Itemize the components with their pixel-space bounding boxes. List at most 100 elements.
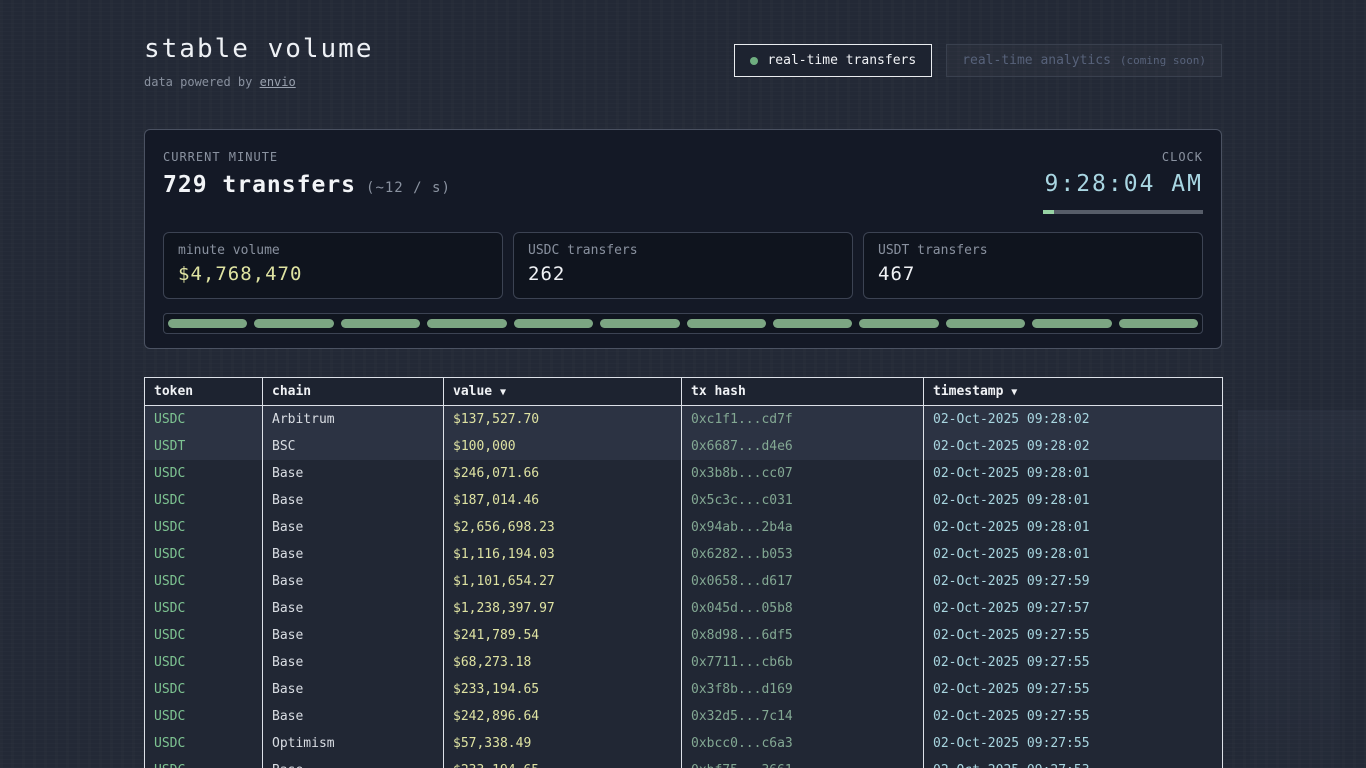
tx-hash-link[interactable]: 0xc1f1...cd7f [682,406,924,434]
stat-boxes: minute volume $4,768,470 USDC transfers … [163,232,1203,299]
tx-hash-link[interactable]: 0xbf75...3661 [682,757,924,768]
tx-hash-link[interactable]: 0x3b8b...cc07 [682,460,924,487]
chain-cell: Base [263,649,444,676]
table-row: USDTBSC$100,0000x6687...d4e602-Oct-2025 … [145,433,1223,460]
chain-cell: Base [263,460,444,487]
page-title: stable volume [144,34,374,64]
chain-cell: Base [263,541,444,568]
activity-segment [1032,319,1111,328]
token-cell: USDC [145,460,263,487]
stat-box-usdt-transfers: USDT transfers 467 [863,232,1203,299]
token-cell: USDC [145,568,263,595]
chain-cell: Base [263,568,444,595]
token-cell: USDC [145,730,263,757]
timestamp-cell: 02-Oct-2025 09:27:55 [924,730,1223,757]
value-cell: $137,527.70 [444,406,682,434]
value-cell: $57,338.49 [444,730,682,757]
chain-cell: Optimism [263,730,444,757]
token-cell: USDC [145,595,263,622]
value-cell: $2,656,698.23 [444,514,682,541]
stat-box-label: USDT transfers [878,243,1188,258]
activity-segment [687,319,766,328]
timestamp-cell: 02-Oct-2025 09:28:02 [924,406,1223,434]
column-header-timestamp[interactable]: timestamp ▼ [924,378,1223,406]
table-row: USDCBase$233,194.650xbf75...366102-Oct-2… [145,757,1223,768]
clock-progress-bar [1043,210,1203,214]
timestamp-cell: 02-Oct-2025 09:27:55 [924,649,1223,676]
envio-link[interactable]: envio [260,75,296,89]
token-cell: USDC [145,622,263,649]
tab-real-time-analytics[interactable]: real-time analytics (coming soon) [946,44,1222,77]
table-row: USDCBase$1,101,654.270x0658...d61702-Oct… [145,568,1223,595]
chain-cell: Base [263,703,444,730]
transfers-count-row: 729 transfers (~12 / s) [163,172,451,198]
timestamp-cell: 02-Oct-2025 09:28:02 [924,433,1223,460]
tx-hash-link[interactable]: 0xbcc0...c6a3 [682,730,924,757]
live-dot-icon [750,57,758,65]
table-row: USDCArbitrum$137,527.700xc1f1...cd7f02-O… [145,406,1223,434]
stat-box-usdc-transfers: USDC transfers 262 [513,232,853,299]
stat-box-value: 262 [528,263,838,285]
chain-cell: Arbitrum [263,406,444,434]
stat-box-value: 467 [878,263,1188,285]
token-cell: USDC [145,406,263,434]
chain-cell: Base [263,595,444,622]
value-cell: $68,273.18 [444,649,682,676]
transfers-table: token chain value ▼ tx hash timestamp ▼ … [144,377,1223,768]
tx-hash-link[interactable]: 0x3f8b...d169 [682,676,924,703]
table-row: USDCBase$242,896.640x32d5...7c1402-Oct-2… [145,703,1223,730]
value-cell: $187,014.46 [444,487,682,514]
tx-hash-link[interactable]: 0x32d5...7c14 [682,703,924,730]
column-header-chain[interactable]: chain [263,378,444,406]
table-row: USDCOptimism$57,338.490xbcc0...c6a302-Oc… [145,730,1223,757]
segment-bar [163,313,1203,334]
view-tabs: real-time transfers real-time analytics … [734,44,1222,77]
page-container: stable volume data powered by envio real… [144,0,1222,768]
stat-box-minute-volume: minute volume $4,768,470 [163,232,503,299]
tx-hash-link[interactable]: 0x5c3c...c031 [682,487,924,514]
chain-cell: Base [263,487,444,514]
stat-box-value: $4,768,470 [178,263,488,285]
table-row: USDCBase$233,194.650x3f8b...d16902-Oct-2… [145,676,1223,703]
token-cell: USDC [145,541,263,568]
activity-segment [1119,319,1198,328]
clock-progress-fill [1043,210,1054,214]
subtitle: data powered by envio [144,75,374,89]
timestamp-cell: 02-Oct-2025 09:27:55 [924,703,1223,730]
panel-top-row: CURRENT MINUTE 729 transfers (~12 / s) C… [163,150,1203,214]
clock-time: 9:28:04 AM [1043,171,1203,197]
table-header-row: token chain value ▼ tx hash timestamp ▼ [145,378,1223,406]
table-row: USDCBase$1,238,397.970x045d...05b802-Oct… [145,595,1223,622]
timestamp-cell: 02-Oct-2025 09:28:01 [924,541,1223,568]
tx-hash-link[interactable]: 0x6282...b053 [682,541,924,568]
tx-hash-link[interactable]: 0x94ab...2b4a [682,514,924,541]
tx-hash-link[interactable]: 0x6687...d4e6 [682,433,924,460]
chain-cell: Base [263,514,444,541]
table-row: USDCBase$1,116,194.030x6282...b05302-Oct… [145,541,1223,568]
stat-box-label: minute volume [178,243,488,258]
tab-real-time-transfers[interactable]: real-time transfers [734,44,932,77]
transfers-table-body: USDCArbitrum$137,527.700xc1f1...cd7f02-O… [145,406,1223,768]
table-row: USDCBase$246,071.660x3b8b...cc0702-Oct-2… [145,460,1223,487]
tx-hash-link[interactable]: 0x8d98...6df5 [682,622,924,649]
token-cell: USDC [145,487,263,514]
column-header-value[interactable]: value ▼ [444,378,682,406]
chain-cell: BSC [263,433,444,460]
value-cell: $1,116,194.03 [444,541,682,568]
timestamp-cell: 02-Oct-2025 09:28:01 [924,514,1223,541]
tx-hash-link[interactable]: 0x0658...d617 [682,568,924,595]
sort-descending-icon: ▼ [500,387,506,398]
tx-hash-link[interactable]: 0x045d...05b8 [682,595,924,622]
clock-block: CLOCK 9:28:04 AM [1043,150,1203,214]
timestamp-cell: 02-Oct-2025 09:28:01 [924,487,1223,514]
token-cell: USDT [145,433,263,460]
table-row: USDCBase$187,014.460x5c3c...c03102-Oct-2… [145,487,1223,514]
timestamp-cell: 02-Oct-2025 09:27:55 [924,676,1223,703]
timestamp-cell: 02-Oct-2025 09:27:57 [924,595,1223,622]
stat-box-label: USDC transfers [528,243,838,258]
column-header-tx-hash[interactable]: tx hash [682,378,924,406]
column-header-token[interactable]: token [145,378,263,406]
transfers-count: 729 transfers [163,172,356,198]
tx-hash-link[interactable]: 0x7711...cb6b [682,649,924,676]
chain-cell: Base [263,676,444,703]
